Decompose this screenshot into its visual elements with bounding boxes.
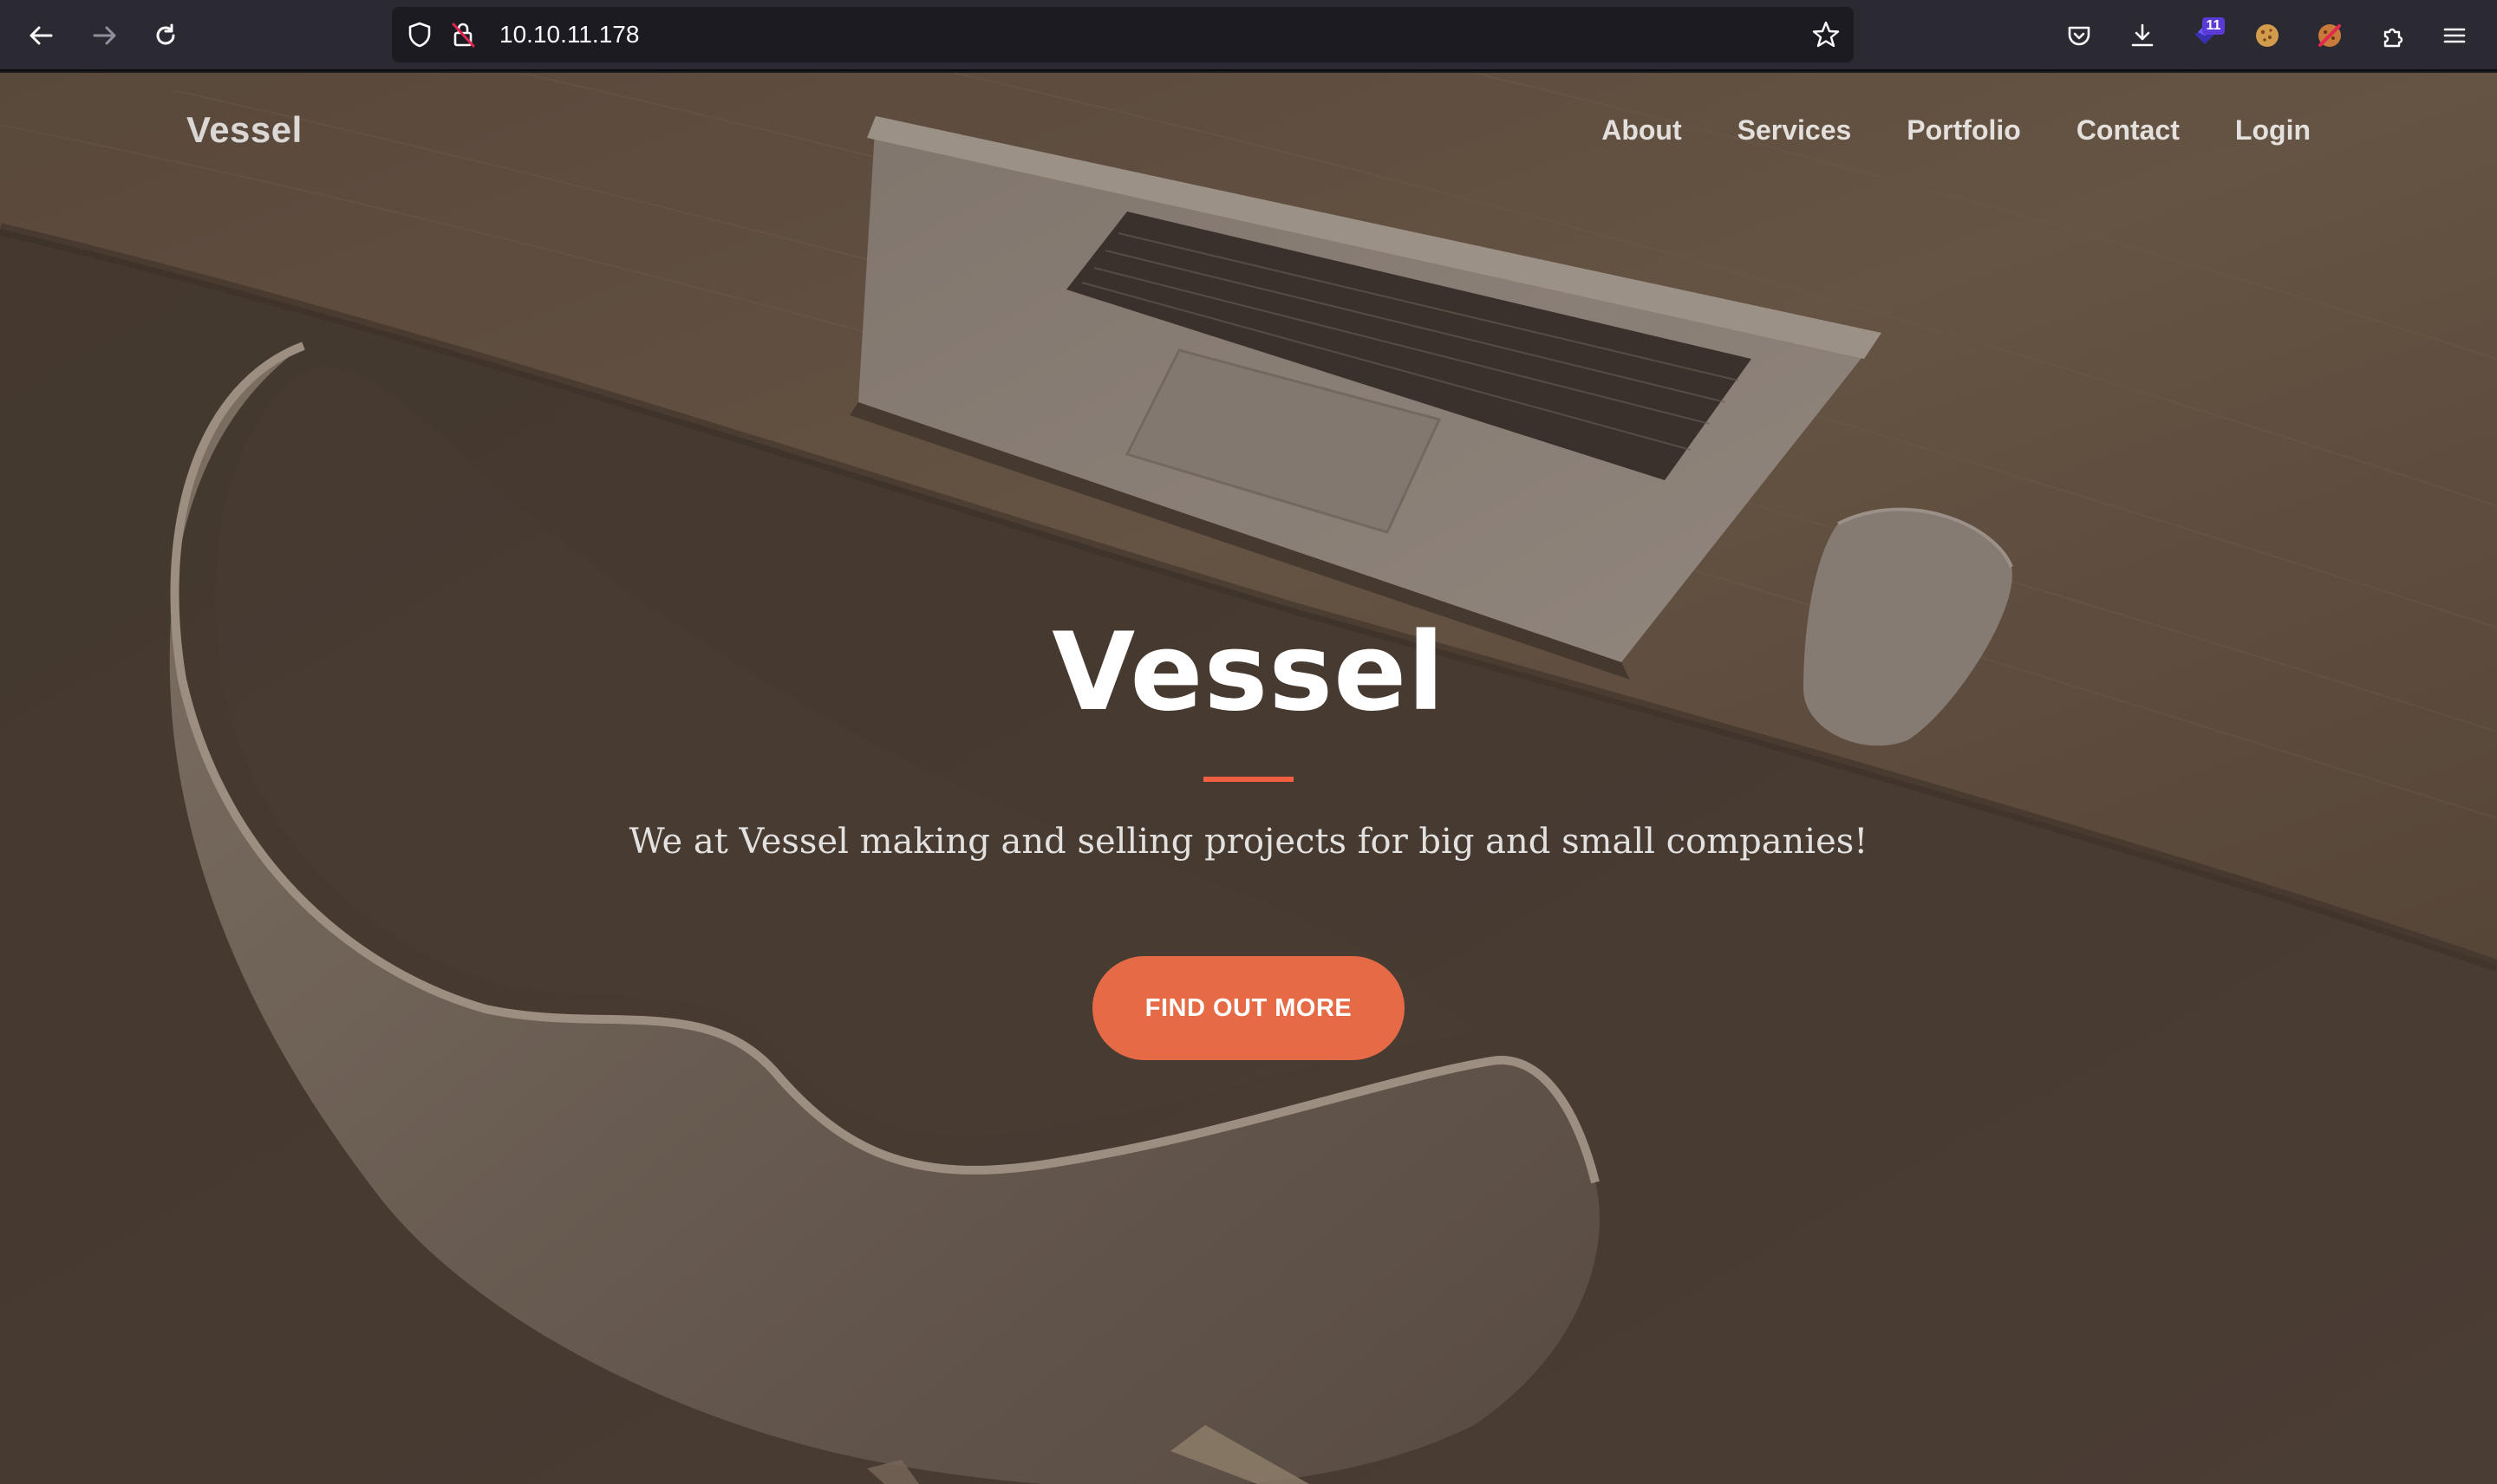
reload-icon — [156, 23, 175, 45]
hero-title: Vessel — [1052, 610, 1445, 735]
shield-icon[interactable] — [404, 19, 435, 50]
nav-portfolio-link[interactable]: Portfolio — [1907, 114, 2021, 146]
web-page: Vessel About Services Portfolio Contact … — [0, 73, 2497, 1484]
url-text[interactable]: 10.10.11.178 — [499, 7, 639, 62]
cookie-blocked-icon[interactable] — [2308, 14, 2351, 57]
browser-toolbar: 10.10.11.178 11 — [0, 0, 2497, 71]
extension-badge-count: 11 — [2202, 17, 2225, 35]
arrow-right-icon — [93, 26, 116, 45]
extension-badge-icon[interactable]: 11 — [2183, 14, 2226, 57]
back-button[interactable] — [19, 14, 62, 57]
nav-about-link[interactable]: About — [1601, 114, 1681, 146]
pocket-icon[interactable] — [2057, 14, 2101, 57]
address-bar[interactable]: 10.10.11.178 — [392, 7, 1854, 62]
hamburger-menu-icon[interactable] — [2433, 14, 2476, 57]
forward-button[interactable] — [83, 14, 127, 57]
reload-button[interactable] — [144, 14, 187, 57]
download-icon[interactable] — [2121, 14, 2164, 57]
nav-services-link[interactable]: Services — [1737, 114, 1852, 146]
insecure-lock-icon[interactable] — [447, 19, 479, 50]
arrow-left-icon — [29, 26, 53, 45]
star-icon[interactable] — [1810, 19, 1842, 50]
site-navbar: Vessel About Services Portfolio Contact … — [0, 73, 2497, 194]
nav-login-link[interactable]: Login — [2235, 114, 2311, 146]
cookie-icon[interactable] — [2246, 14, 2289, 57]
nav-links: About Services Portfolio Contact Login — [1601, 114, 2311, 146]
nav-contact-link[interactable]: Contact — [2076, 114, 2180, 146]
hero-subtitle: We at Vessel making and selling projects… — [629, 822, 1868, 862]
hero-divider — [1203, 777, 1294, 782]
find-out-more-button[interactable]: FIND OUT MORE — [1092, 956, 1405, 1060]
brand-logo-link[interactable]: Vessel — [186, 109, 303, 151]
puzzle-icon[interactable] — [2371, 14, 2415, 57]
